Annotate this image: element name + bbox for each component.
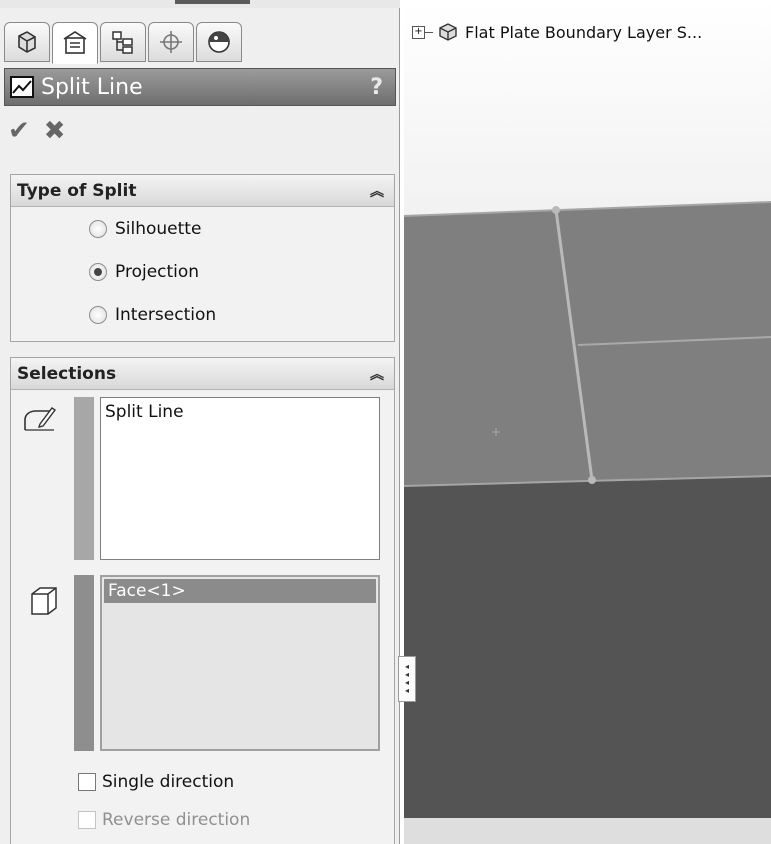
single-direction-checkbox[interactable]: Single direction <box>78 772 234 792</box>
ok-cancel-bar: ✔ ✖ <box>8 116 66 146</box>
dimxpert-manager-icon <box>160 31 182 53</box>
sketch-selection-list[interactable]: Split Line <box>100 397 380 560</box>
radio-projection[interactable]: Projection <box>89 262 199 282</box>
radio-label: Projection <box>115 262 200 282</box>
radio-intersection[interactable]: Intersection <box>89 305 216 325</box>
type-of-split-group: Type of Split ︽ Silhouette Projection In… <box>10 174 395 342</box>
split-line-header: Split Line ? <box>4 68 396 106</box>
panel-top-strip <box>0 0 400 8</box>
radio-label: Silhouette <box>115 219 202 239</box>
tab-feature-manager[interactable] <box>4 22 50 62</box>
list-item-selected[interactable]: Face<1> <box>104 579 376 603</box>
model-geometry[interactable] <box>404 0 771 844</box>
type-of-split-header[interactable]: Type of Split ︽ <box>11 175 394 207</box>
collapse-chevron-icon[interactable]: ︽ <box>370 364 384 384</box>
tab-configuration-manager[interactable] <box>100 22 146 62</box>
help-button[interactable]: ? <box>370 75 383 100</box>
part-icon <box>439 23 457 41</box>
checkbox-label: Single direction <box>102 772 235 792</box>
reverse-direction-checkbox: Reverse direction <box>78 810 250 830</box>
collapse-chevron-icon[interactable]: ︽ <box>370 181 384 201</box>
radio-button-selected-icon[interactable] <box>89 263 107 281</box>
face-selection-icon <box>26 584 62 620</box>
panel-collapse-handle[interactable]: ◂ ◂ ◂ ◂ <box>398 656 416 702</box>
radio-button-icon[interactable] <box>89 220 107 238</box>
selection-color-bar <box>74 575 94 751</box>
group-title: Selections <box>17 363 117 384</box>
property-manager-panel: Split Line ? ✔ ✖ Type of Split ︽ Silhoue… <box>0 0 400 844</box>
tab-property-manager[interactable] <box>52 22 98 64</box>
vertex-point <box>552 206 560 214</box>
radio-silhouette[interactable]: Silhouette <box>89 219 201 239</box>
arrow-left-icon: ◂ <box>404 686 409 695</box>
group-title: Type of Split <box>17 180 137 201</box>
page-title: Split Line <box>41 74 143 100</box>
cancel-button[interactable]: ✖ <box>44 116 66 146</box>
selection-color-bar <box>74 397 94 560</box>
sketch-selection-icon <box>22 402 58 438</box>
feature-manager-icon <box>18 31 36 53</box>
selections-header[interactable]: Selections ︽ <box>11 358 394 390</box>
vertex-point <box>588 476 596 484</box>
list-item[interactable]: Split Line <box>101 398 379 426</box>
tab-dimxpert-manager[interactable] <box>148 22 194 62</box>
face-selection-list[interactable]: Face<1> <box>100 575 380 751</box>
manager-tabs <box>4 22 242 64</box>
feature-tree-root[interactable]: + Flat Plate Boundary Layer S... <box>412 22 702 42</box>
configuration-manager-icon <box>112 31 133 54</box>
property-manager-icon <box>63 31 87 54</box>
display-manager-icon <box>208 31 230 53</box>
checkbox-label: Reverse direction <box>102 810 251 830</box>
graphics-viewport[interactable]: + Flat Plate Boundary Layer S... <box>404 0 771 844</box>
checkbox-icon <box>78 811 96 829</box>
tab-display-manager[interactable] <box>196 22 242 62</box>
lower-face <box>404 476 771 818</box>
tree-root-label: Flat Plate Boundary Layer S... <box>465 22 703 42</box>
ok-button[interactable]: ✔ <box>8 116 30 146</box>
split-line-icon <box>10 76 34 98</box>
expand-plus-icon[interactable]: + <box>412 25 425 39</box>
radio-button-icon[interactable] <box>89 306 107 324</box>
radio-label: Intersection <box>115 305 217 325</box>
checkbox-icon[interactable] <box>78 773 96 791</box>
floor-strip <box>404 818 771 844</box>
